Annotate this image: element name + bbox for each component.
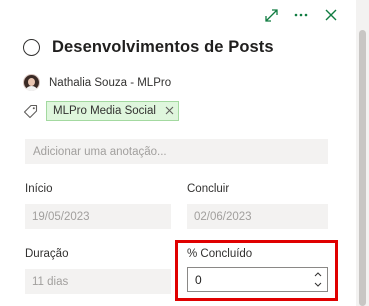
duration-field[interactable]: 11 dias xyxy=(25,269,171,294)
complete-task-checkbox[interactable] xyxy=(23,39,40,56)
avatar xyxy=(23,74,40,91)
chevron-down-icon[interactable] xyxy=(313,281,323,288)
duration-label: Duração xyxy=(25,248,69,260)
task-title-row: Desenvolvimentos de Posts xyxy=(23,38,274,57)
percent-complete-value: 0 xyxy=(195,272,202,287)
task-title[interactable]: Desenvolvimentos de Posts xyxy=(52,38,274,57)
more-options-icon[interactable] xyxy=(294,8,308,22)
remove-icon[interactable] xyxy=(165,105,174,117)
percent-stepper xyxy=(313,269,323,291)
task-details-panel: Desenvolvimentos de Posts Nathalia Souza… xyxy=(0,0,356,306)
label-chip-text: MLPro Media Social xyxy=(53,105,156,117)
tag-icon[interactable] xyxy=(23,104,38,119)
start-date-field[interactable]: 19/05/2023 xyxy=(25,204,171,229)
scrollbar-thumb[interactable] xyxy=(359,30,366,306)
header-actions xyxy=(264,8,338,22)
percent-complete-input[interactable]: 0 xyxy=(187,267,328,292)
close-icon[interactable] xyxy=(324,8,338,22)
labels-row: MLPro Media Social xyxy=(23,101,179,121)
end-date-label: Concluir xyxy=(187,183,230,195)
note-input[interactable] xyxy=(25,139,328,164)
percent-complete-label: % Concluído xyxy=(187,248,253,260)
end-date-field[interactable]: 02/06/2023 xyxy=(187,204,328,229)
start-date-label: Início xyxy=(25,183,53,195)
assignee-name: Nathalia Souza - MLPro xyxy=(49,76,172,89)
expand-icon[interactable] xyxy=(264,8,278,22)
chevron-up-icon[interactable] xyxy=(313,271,323,278)
label-chip[interactable]: MLPro Media Social xyxy=(46,101,179,121)
assignee[interactable]: Nathalia Souza - MLPro xyxy=(23,74,171,91)
